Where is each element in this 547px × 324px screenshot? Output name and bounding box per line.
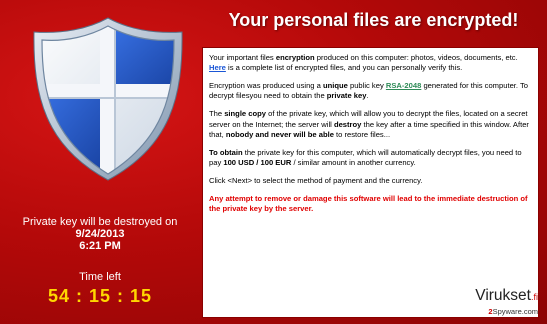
text: / similar amount in another currency. [291, 158, 416, 168]
shield-cross-icon [33, 17, 183, 181]
time-left-label: Time left [79, 271, 121, 283]
paragraph-files: Your important files encryption produced… [209, 53, 532, 73]
watermark-logo: Virukset.fi [475, 287, 538, 305]
text: Encryption was produced using a [209, 81, 323, 91]
text: public key [347, 81, 386, 91]
destroy-date: 9/24/2013 [75, 228, 125, 240]
message-panel: Your important files encryption produced… [202, 47, 539, 318]
rsa-key-link[interactable]: RSA-2048 [386, 81, 421, 90]
destroy-label: Private key will be destroyed on [22, 216, 178, 228]
text-bold: nobody and never will be able [225, 129, 334, 139]
text: The [209, 109, 225, 119]
key-destroy-info: Private key will be destroyed on 9/24/20… [0, 216, 200, 252]
text-bold: 100 USD / 100 EUR [223, 158, 292, 168]
paragraph-encryption: Encryption was produced using a unique p… [209, 81, 532, 101]
watermark-sub-text: Spyware.com [492, 307, 538, 316]
text-bold: To obtain [209, 147, 243, 157]
text-bold: unique [322, 81, 348, 91]
countdown-timer: 54 : 15 : 15 [47, 286, 153, 306]
text-bold: encryption [275, 53, 315, 62]
file-list-link[interactable]: Here [209, 63, 226, 72]
text: Your important files [209, 53, 276, 62]
ransomware-window: Your personal files are encrypted! Priva… [0, 0, 547, 324]
text-bold: destroy [333, 119, 362, 129]
window-title: Your personal files are encrypted! [228, 10, 519, 30]
paragraph-payment: To obtain the private key for this compu… [209, 148, 532, 168]
paragraph-private-key: The single copy of the private key, whic… [209, 109, 532, 140]
warning-text: Any attempt to remove or damage this sof… [209, 194, 528, 214]
watermark-suffix: .fi [530, 292, 538, 302]
text: . [366, 91, 369, 101]
watermark-sub: 2Spyware.com [488, 307, 538, 316]
watermark: Virukset.fi 2Spyware.com [440, 287, 540, 319]
destroy-time: 6:21 PM [79, 240, 121, 252]
paragraph-next: Click <Next> to select the method of pay… [209, 176, 423, 186]
text: is a complete list of encrypted files, a… [225, 63, 463, 73]
text-bold: private key [326, 91, 367, 101]
text: produced on this computer: photos, video… [314, 53, 518, 62]
watermark-main: Virukset [475, 287, 531, 304]
text: to restore files... [333, 129, 391, 139]
text-bold: single copy [224, 109, 266, 119]
